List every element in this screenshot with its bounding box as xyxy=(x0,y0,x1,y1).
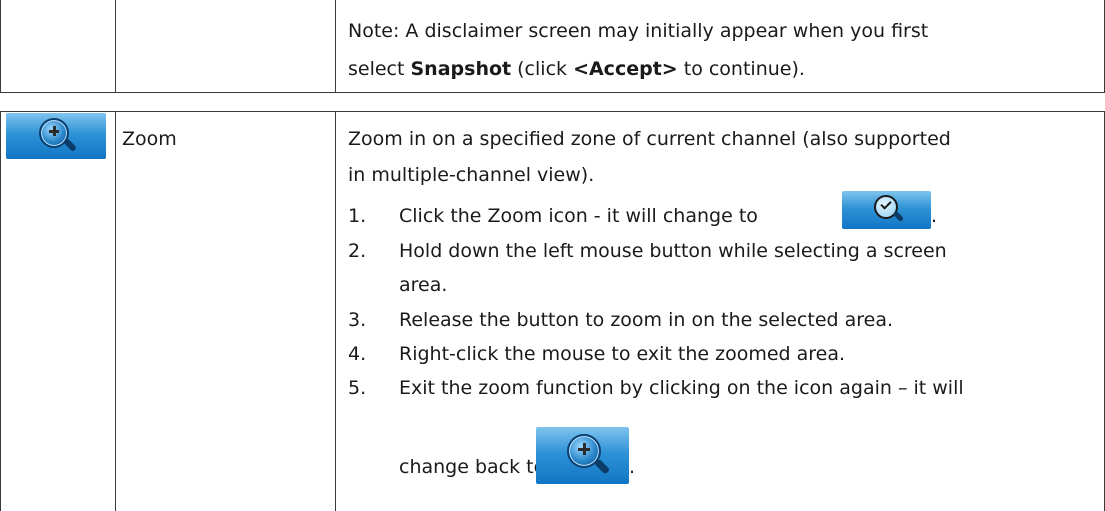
step-3-text: Release the button to zoom in on the sel… xyxy=(399,309,894,331)
step-4-text: Right-click the mouse to exit the zoomed… xyxy=(399,343,846,365)
zoom-description-line2: in multiple-channel view). xyxy=(348,164,595,186)
top-row-col1-divider xyxy=(115,0,116,92)
note-select-text: select xyxy=(348,58,411,80)
step-number: 2. xyxy=(348,240,367,262)
step-5-line1: Exit the zoom function by clicking on th… xyxy=(399,377,964,399)
zoom-active-icon xyxy=(842,191,931,229)
step-5-period: . xyxy=(629,456,636,478)
top-row-bottom-border xyxy=(0,92,1105,93)
step-number: 1. xyxy=(348,205,367,227)
disclaimer-note-line2: select Snapshot (click <Accept> to conti… xyxy=(348,52,805,86)
step-number: 3. xyxy=(348,309,367,331)
zoom-in-icon xyxy=(536,427,629,484)
zoom-feature-name: Zoom xyxy=(122,128,177,150)
zoom-description-line1: Zoom in on a specified zone of current c… xyxy=(348,128,951,150)
accept-bold: <Accept> xyxy=(573,58,678,80)
step-number: 4. xyxy=(348,343,367,365)
disclaimer-note-line1: Note: A disclaimer screen may initially … xyxy=(348,20,929,42)
note-continue-text: to continue). xyxy=(677,58,805,80)
step-2-line1: Hold down the left mouse button while se… xyxy=(399,240,947,262)
snapshot-bold: Snapshot xyxy=(410,58,512,80)
top-row-left-border xyxy=(0,0,1,92)
step-5-line2: change back to xyxy=(399,456,546,478)
zoom-in-icon xyxy=(6,113,106,159)
step-number: 5. xyxy=(348,377,367,399)
zoom-row-col2-divider xyxy=(335,111,336,511)
note-click-text: (click xyxy=(511,58,574,80)
zoom-row-top-border xyxy=(0,111,1105,112)
zoom-row-left-border xyxy=(0,111,1,511)
step-2-line2: area. xyxy=(399,274,448,296)
step-1-period: . xyxy=(931,205,938,227)
step-1-label: Click the Zoom icon - it will change to xyxy=(399,205,758,227)
step-1-text: Click the Zoom icon - it will change to xyxy=(399,199,758,233)
zoom-row-col1-divider xyxy=(115,111,116,511)
top-row-col2-divider xyxy=(335,0,336,92)
